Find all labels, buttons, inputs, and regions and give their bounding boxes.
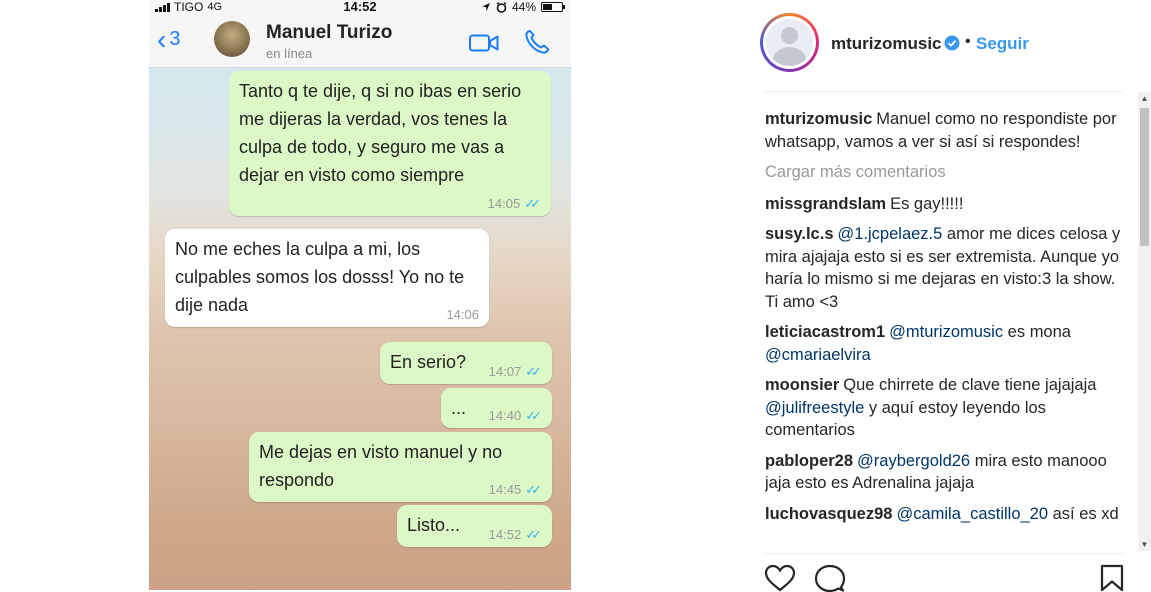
comment-mention[interactable]: @cmariaelvira [765, 346, 871, 364]
read-ticks-icon: ✓✓ [525, 482, 542, 497]
scroll-down-arrow-icon[interactable]: ▼ [1138, 538, 1151, 551]
message-time: 14:07 ✓✓ [489, 365, 542, 379]
comment-mention[interactable]: @julifreestyle [765, 399, 864, 417]
read-ticks-icon: ✓✓ [525, 364, 542, 379]
message-bubble[interactable]: Tanto q te dije, q si no ibas en serio m… [229, 71, 551, 216]
caption: mturizomusic Manuel como no respondiste p… [765, 108, 1125, 153]
profile-avatar[interactable] [760, 13, 819, 72]
message-time: 14:40 ✓✓ [489, 409, 542, 423]
message-time: 14:52 ✓✓ [489, 528, 542, 542]
contact-avatar[interactable] [214, 21, 250, 57]
video-call-icon[interactable] [469, 34, 499, 52]
heart-icon[interactable] [764, 564, 796, 592]
comment-row: susy.lc.s @1.jcpelaez.5 amor me dices cel… [765, 223, 1125, 313]
comment-text: Que chirrete de clave tiene jajajaja [843, 376, 1097, 394]
comment-text: es mona [1003, 323, 1071, 341]
whatsapp-screenshot: TIGO 4G 14:52 44% ‹ 3 Manuel Turizo en l… [149, 0, 571, 590]
bookmark-icon[interactable] [1100, 564, 1124, 592]
battery-icon [541, 2, 565, 12]
message-text: ... [451, 398, 467, 418]
comment-username[interactable]: missgrandslam [765, 195, 886, 213]
post-header: mturizomusic • Seguir [760, 13, 1151, 75]
comment-username[interactable]: pabloper28 [765, 452, 853, 470]
read-ticks-icon: ✓✓ [525, 527, 542, 542]
comment-text: Es gay!!!!! [890, 194, 964, 213]
contact-status: en línea [266, 46, 313, 61]
follow-button[interactable]: Seguir [976, 34, 1029, 54]
chat-header: ‹ 3 Manuel Turizo en línea [149, 14, 571, 68]
comment-row: leticiacastrom1 @mturizomusic es mona @cm… [765, 321, 1125, 366]
comment-rows: missgrandslam Es gay!!!!! susy.lc.s @1.jcpe… [765, 193, 1125, 526]
location-arrow-icon [481, 3, 490, 11]
battery-percent: 44% [511, 0, 536, 14]
alarm-icon [496, 1, 507, 13]
comment-username[interactable]: leticiacastrom1 [765, 323, 885, 341]
message-bubble[interactable]: No me eches la culpa a mi, los culpables… [165, 229, 489, 327]
comment-username[interactable]: moonsier [765, 376, 839, 394]
status-bar: TIGO 4G 14:52 44% [149, 0, 571, 14]
header-divider [763, 91, 1123, 92]
message-text: En serio? [390, 352, 467, 372]
caption-username[interactable]: mturizomusic [765, 110, 872, 128]
comments-list: mturizomusic Manuel como no respondiste p… [765, 108, 1125, 550]
read-ticks-icon: ✓✓ [525, 408, 542, 423]
read-ticks-icon: ✓✓ [524, 196, 541, 211]
message-text: No me eches la culpa a mi, los culpables… [175, 239, 465, 315]
comment-mention[interactable]: @raybergold26 [857, 452, 970, 470]
phone-call-icon[interactable] [523, 28, 551, 56]
default-user-icon [766, 19, 813, 66]
comment-icon[interactable] [814, 564, 846, 592]
comment-row: luchovasquez98 @camila_castillo_20 así es… [765, 503, 1125, 526]
message-text: Tanto q te dije, q si no ibas en serio m… [239, 81, 522, 185]
comment-username[interactable]: susy.lc.s [765, 225, 834, 243]
message-bubble[interactable]: Me dejas en visto manuel y no respondo 1… [249, 432, 552, 502]
comment-username[interactable]: luchovasquez98 [765, 505, 892, 523]
message-bubble[interactable]: Listo... 14:52 ✓✓ [397, 505, 552, 547]
comment-row: moonsier Que chirrete de clave tiene jaja… [765, 374, 1125, 442]
message-bubble[interactable]: En serio? 14:07 ✓✓ [380, 342, 552, 384]
back-count: 3 [169, 28, 181, 50]
comment-text: así es xd [1048, 504, 1119, 523]
message-text: Me dejas en visto manuel y no respondo [259, 442, 503, 490]
comment-mention[interactable]: @mturizomusic [889, 323, 1003, 341]
message-time: 14:05 ✓✓ [488, 197, 541, 211]
comment-mention[interactable]: @1.jcpelaez.5 [838, 225, 943, 243]
comment-mention[interactable]: @camila_castillo_20 [896, 505, 1048, 523]
status-right: 44% [481, 0, 565, 14]
post-username[interactable]: mturizomusic [831, 34, 942, 54]
comment-row: pabloper28 @raybergold26 mira esto manooo… [765, 450, 1125, 495]
contact-name[interactable]: Manuel Turizo [266, 22, 392, 44]
comment-row: missgrandslam Es gay!!!!! [765, 193, 1125, 216]
verified-badge-icon [944, 35, 960, 51]
scrollbar-thumb[interactable] [1140, 108, 1149, 246]
load-more-comments-button[interactable]: Cargar más comentarios [765, 161, 1125, 184]
comments-scrollbar[interactable]: ▲ ▼ [1138, 92, 1151, 551]
scroll-up-arrow-icon[interactable]: ▲ [1138, 92, 1151, 105]
message-bubble[interactable]: ... 14:40 ✓✓ [441, 388, 552, 428]
back-button[interactable]: ‹ 3 [157, 23, 181, 55]
message-time: 14:06 [446, 307, 479, 322]
separator-dot: • [965, 33, 971, 50]
actions-divider [763, 553, 1123, 554]
back-chevron-icon: ‹ [157, 23, 167, 55]
message-text: Listo... [407, 515, 461, 535]
message-time: 14:45 ✓✓ [489, 483, 542, 497]
